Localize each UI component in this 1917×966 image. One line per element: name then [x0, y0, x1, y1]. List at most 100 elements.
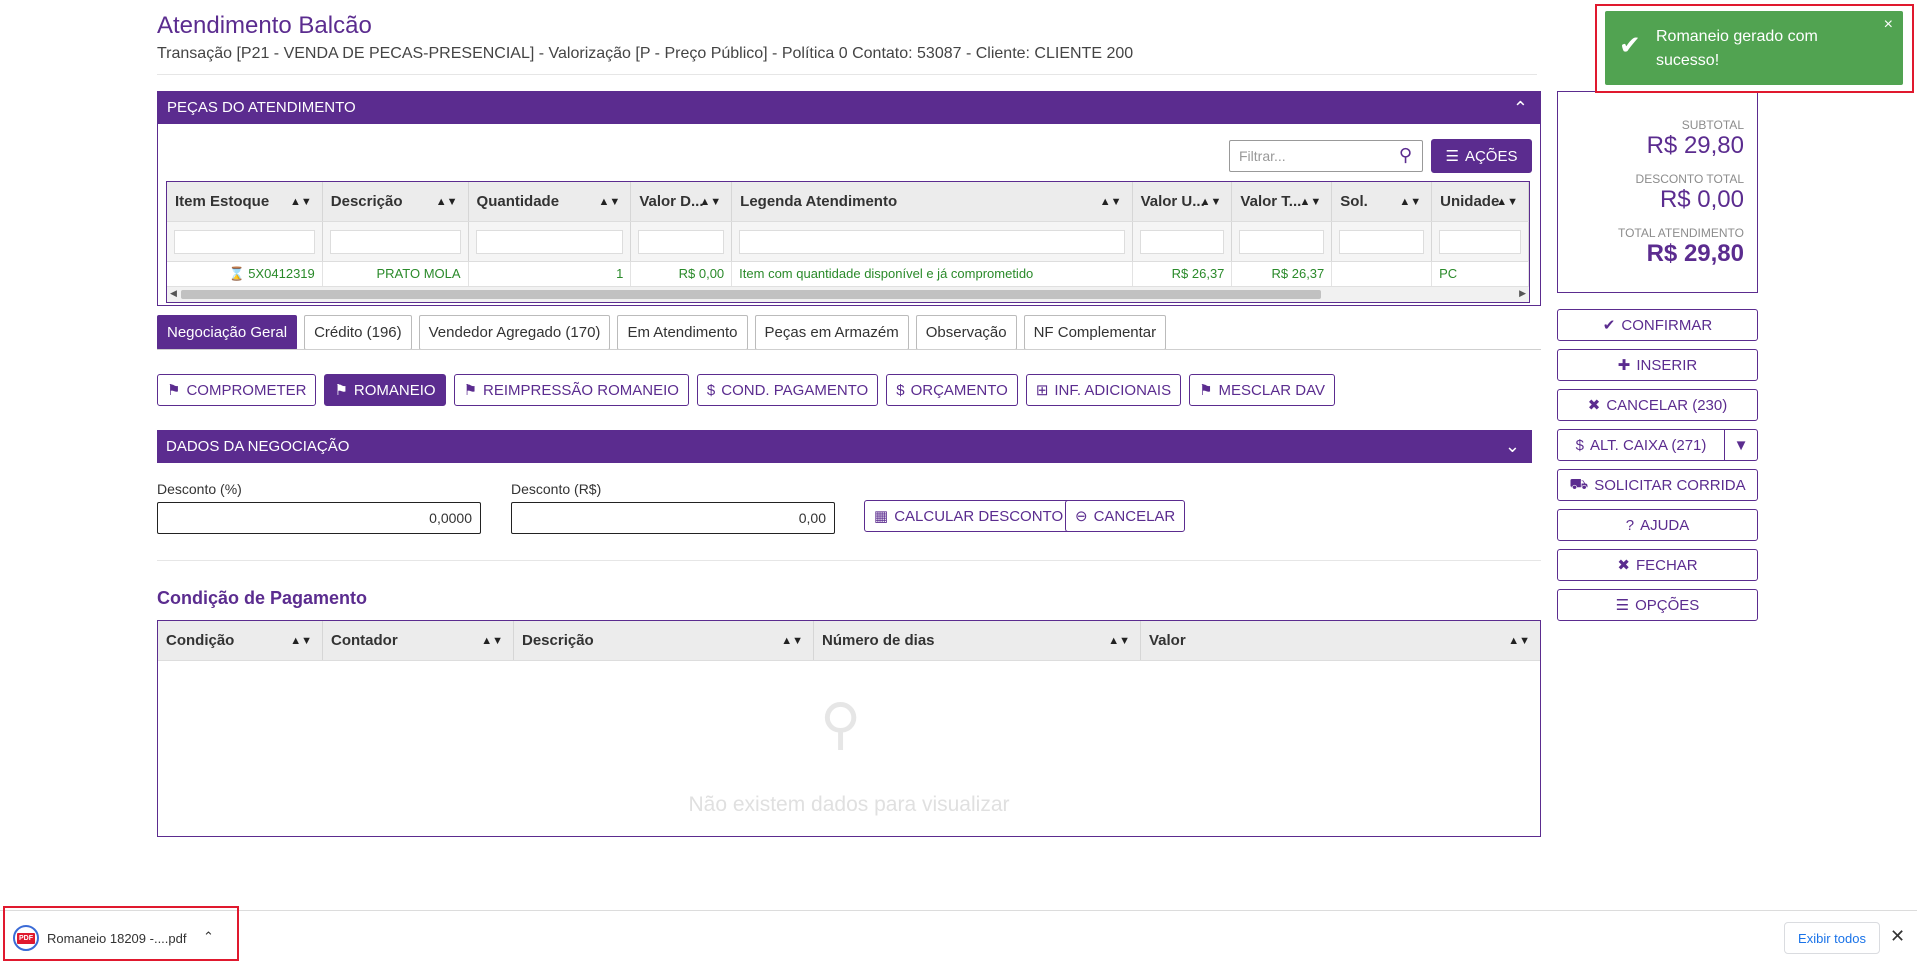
tab-pecas-armazem[interactable]: Peças em Armazém — [754, 315, 909, 350]
column-filter-input[interactable] — [1139, 230, 1225, 254]
column-filter-input[interactable] — [174, 230, 315, 254]
sort-icon: ▲▼ — [1108, 635, 1130, 647]
flag-icon: ⚑ — [334, 382, 348, 399]
sort-icon: ▲▼ — [289, 196, 312, 208]
check-icon: ✔ — [1602, 317, 1616, 334]
cell-unidade: PC — [1432, 262, 1529, 286]
dollar-icon: $ — [706, 381, 716, 399]
scroll-thumb[interactable] — [181, 290, 1321, 299]
cell-quantidade: 1 — [469, 262, 632, 286]
chevron-up-icon[interactable]: ⌃ — [203, 929, 214, 945]
column-header-sol[interactable]: Sol. ▲▼ — [1332, 182, 1433, 221]
tab-em-atendimento[interactable]: Em Atendimento — [617, 315, 748, 350]
column-header-unidade[interactable]: Unidade ▲▼ — [1432, 182, 1529, 221]
comprometer-button[interactable]: ⚑ COMPROMETER — [157, 374, 317, 406]
column-header-descricao[interactable]: Descrição ▲▼ — [514, 621, 814, 660]
download-item[interactable]: PDF Romaneio 18209 -....pdf — [13, 925, 186, 951]
cond-pagamento-button[interactable]: $ COND. PAGAMENTO — [696, 374, 879, 406]
desconto-rs-field[interactable]: 0,00 — [511, 502, 835, 534]
column-filter-input[interactable] — [475, 230, 624, 254]
dollar-icon: $ — [1575, 436, 1584, 454]
tab-bar: Negociação Geral Crédito (196) Vendedor … — [157, 315, 1167, 350]
sort-icon: ▲▼ — [699, 196, 722, 208]
desconto-total-label: DESCONTO TOTAL — [1635, 172, 1744, 186]
ajuda-button[interactable]: ? AJUDA — [1557, 509, 1758, 541]
acoes-label: AÇÕES — [1464, 147, 1518, 165]
horizontal-scrollbar[interactable]: ◀ ▶ — [167, 286, 1529, 302]
column-header-quantidade[interactable]: Quantidade ▲▼ — [469, 182, 632, 221]
divider — [157, 349, 1541, 350]
sort-icon: ▲▼ — [481, 635, 503, 647]
inserir-button[interactable]: ✚ INSERIR — [1557, 349, 1758, 381]
close-icon[interactable]: × — [1884, 13, 1893, 37]
caret-down-icon[interactable]: ▼ — [1725, 429, 1758, 461]
condicao-pagamento-grid: Condição ▲▼ Contador ▲▼ Descrição ▲▼ Número… — [157, 620, 1541, 837]
empty-state-text: Não existem dados para visualizar — [688, 793, 1010, 816]
close-icon[interactable]: ✕ — [1890, 926, 1905, 947]
confirmar-button[interactable]: ✔ CONFIRMAR — [1557, 309, 1758, 341]
column-filter-input[interactable] — [329, 230, 461, 254]
dados-negociacao-header[interactable]: DADOS DA NEGOCIAÇÃO ⌄ — [157, 430, 1532, 463]
exibir-todos-button[interactable]: Exibir todos — [1784, 922, 1880, 954]
column-filter-input[interactable] — [638, 230, 725, 254]
action-toolbar: ⚑ COMPROMETER ⚑ ROMANEIO ⚑ REIMPRESSÃO ROMA… — [157, 374, 1335, 406]
tab-observacao[interactable]: Observação — [915, 315, 1017, 350]
hamburger-icon: ☰ — [1445, 148, 1459, 165]
column-header-legenda[interactable]: Legenda Atendimento ▲▼ — [732, 182, 1133, 221]
reimpressao-romaneio-button[interactable]: ⚑ REIMPRESSÃO ROMANEIO — [453, 374, 689, 406]
fechar-button[interactable]: ✖ FECHAR — [1557, 549, 1758, 581]
romaneio-button[interactable]: ⚑ ROMANEIO — [324, 374, 446, 406]
cancelar-desconto-button[interactable]: ⊖ CANCELAR — [1065, 500, 1186, 532]
cell-descricao: PRATO MOLA — [323, 262, 469, 286]
side-button-column: ✔ CONFIRMAR ✚ INSERIR ✖ CANCELAR (230) $ ALT… — [1557, 309, 1758, 629]
solicitar-corrida-button[interactable]: ⛟ SOLICITAR CORRIDA — [1557, 469, 1758, 501]
mesclar-dav-button[interactable]: ⚑ MESCLAR DAV — [1189, 374, 1335, 406]
chevron-up-icon[interactable]: ⌃ — [1513, 92, 1528, 124]
search-icon[interactable]: ⚲ — [1399, 145, 1412, 166]
desconto-pct-field[interactable]: 0,0000 — [157, 502, 481, 534]
question-icon: ? — [1625, 516, 1635, 534]
column-header-valor-desconto[interactable]: Valor D... ▲▼ — [631, 182, 733, 221]
column-filter-input[interactable] — [1439, 230, 1521, 254]
tab-vendedor-agregado[interactable]: Vendedor Agregado (170) — [418, 315, 611, 350]
filter-input[interactable]: Filtrar... ⚲ — [1229, 140, 1423, 172]
sort-icon: ▲▼ — [781, 635, 803, 647]
column-header-contador[interactable]: Contador ▲▼ — [323, 621, 514, 660]
flag-icon: ⚑ — [463, 382, 478, 399]
cell-legenda: Item com quantidade disponível e já comp… — [732, 262, 1133, 286]
pecas-panel-header[interactable]: PEÇAS DO ATENDIMENTO ⌃ — [158, 92, 1540, 124]
check-icon: ✔ — [1619, 30, 1641, 60]
chevron-down-icon[interactable]: ⌄ — [1505, 430, 1520, 463]
column-filter-input[interactable] — [1239, 230, 1325, 254]
desconto-rs-label: Desconto (R$) — [511, 481, 602, 497]
tab-nf-complementar[interactable]: NF Complementar — [1023, 315, 1167, 350]
column-header-valor-total[interactable]: Valor T... ▲▼ — [1232, 182, 1333, 221]
column-header-condicao[interactable]: Condição ▲▼ — [158, 621, 323, 660]
column-header-item-estoque[interactable]: Item Estoque ▲▼ — [167, 182, 323, 221]
scroll-left-icon: ◀ — [170, 288, 177, 298]
column-filter-input[interactable] — [1339, 230, 1425, 254]
orcamento-button[interactable]: $ ORÇAMENTO — [886, 374, 1018, 406]
condicao-grid-header: Condição ▲▼ Contador ▲▼ Descrição ▲▼ Número… — [158, 621, 1540, 661]
hamburger-icon: ☰ — [1615, 597, 1630, 614]
tab-credito[interactable]: Crédito (196) — [304, 315, 412, 350]
divider — [157, 74, 1537, 75]
tab-negociacao-geral[interactable]: Negociação Geral — [157, 315, 298, 350]
cancelar-button[interactable]: ✖ CANCELAR (230) — [1557, 389, 1758, 421]
column-header-numero-dias[interactable]: Número de dias ▲▼ — [814, 621, 1141, 660]
pecas-grid-header: Item Estoque ▲▼ Descrição ▲▼ Quantidade ▲▼ … — [167, 182, 1529, 222]
column-header-valor-unitario[interactable]: Valor U... ▲▼ — [1133, 182, 1233, 221]
acoes-button[interactable]: ☰ AÇÕES — [1431, 139, 1532, 173]
success-toast[interactable]: ✔ Romaneio gerado com sucesso! × — [1605, 11, 1903, 85]
column-header-descricao[interactable]: Descrição ▲▼ — [323, 182, 469, 221]
inf-adicionais-button[interactable]: ⊞ INF. ADICIONAIS — [1025, 374, 1182, 406]
column-filter-input[interactable] — [739, 230, 1125, 254]
sort-icon: ▲▼ — [598, 196, 621, 208]
sort-icon: ▲▼ — [1199, 196, 1222, 208]
table-row[interactable]: ⌛ 5X0412319 PRATO MOLA 1 R$ 0,00 Item co… — [167, 262, 1529, 286]
opcoes-button[interactable]: ☰ OPÇÕES — [1557, 589, 1758, 621]
column-header-valor[interactable]: Valor ▲▼ — [1141, 621, 1540, 660]
calcular-desconto-button[interactable]: ▦ CALCULAR DESCONTO — [864, 500, 1074, 532]
hourglass-icon: ⌛ — [228, 266, 245, 281]
alt-caixa-button[interactable]: $ ALT. CAIXA (271) — [1557, 429, 1725, 461]
